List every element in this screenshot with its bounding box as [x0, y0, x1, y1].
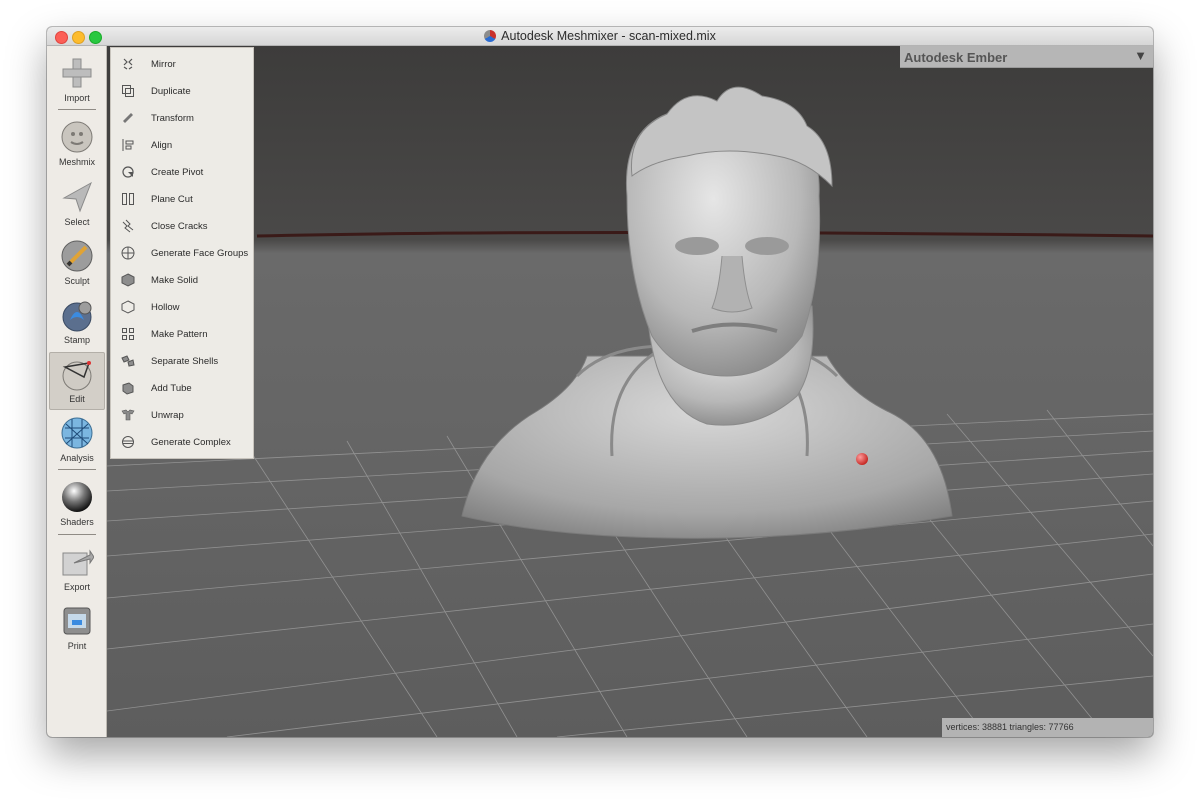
menu-item-mirror[interactable]: Mirror — [111, 52, 253, 79]
stamp-icon — [62, 301, 92, 332]
window-title: Autodesk Meshmixer - scan-mixed.mix — [501, 29, 716, 43]
tool-select[interactable]: Select — [50, 176, 104, 232]
menu-item-transform[interactable]: Transform — [111, 106, 253, 133]
menu-item-label: Close Cracks — [151, 221, 208, 232]
hollow-icon — [121, 300, 135, 314]
meshmix-icon — [61, 121, 93, 153]
pivot-marker[interactable] — [856, 453, 868, 465]
tool-label: Import — [64, 93, 90, 103]
unwrap-icon — [121, 409, 135, 421]
menu-item-create-pivot[interactable]: Create Pivot — [111, 160, 253, 187]
menu-item-label: Mirror — [151, 59, 176, 70]
printer-dropdown[interactable]: Autodesk Ember ▼ — [900, 46, 1153, 68]
close-cracks-icon — [122, 219, 134, 233]
tool-label: Analysis — [60, 453, 94, 463]
plane-cut-icon — [122, 193, 134, 205]
menu-item-label: Duplicate — [151, 86, 191, 97]
mesh-stats-bar: vertices: 38881 triangles: 77766 — [942, 718, 1153, 737]
scene-canvas[interactable] — [107, 46, 1153, 737]
tool-import[interactable]: Import — [50, 52, 104, 108]
menu-item-make-solid[interactable]: Make Solid — [111, 268, 253, 295]
make-solid-icon — [121, 273, 135, 287]
tool-shaders[interactable]: Shaders — [50, 476, 104, 532]
tool-label: Print — [67, 641, 87, 651]
menu-item-label: Align — [151, 140, 173, 151]
export-icon — [62, 549, 94, 576]
make-pattern-icon — [122, 328, 134, 340]
edit-menu: Mirror Duplicate Transform Align Create … — [110, 47, 254, 459]
toolbar-separator — [58, 469, 96, 470]
menu-item-label: Plane Cut — [151, 194, 193, 205]
app-window: Autodesk Meshmixer - scan-mixed.mix Impo… — [47, 27, 1153, 737]
print-icon — [63, 607, 91, 635]
menu-item-plane-cut[interactable]: Plane Cut — [111, 187, 253, 214]
menu-item-label: Create Pivot — [151, 167, 204, 178]
menu-item-label: Generate Complex — [151, 437, 231, 448]
sculpt-brush-icon — [61, 240, 93, 272]
dropdown-arrow-icon: ▼ — [1134, 48, 1147, 63]
menu-item-duplicate[interactable]: Duplicate — [111, 79, 253, 106]
menu-item-label: Add Tube — [151, 383, 192, 394]
menu-item-unwrap[interactable]: Unwrap — [111, 403, 253, 430]
tool-label: Stamp — [63, 335, 90, 345]
tool-label: Sculpt — [64, 276, 90, 286]
pivot-icon — [122, 166, 134, 178]
menu-item-hollow[interactable]: Hollow — [111, 295, 253, 322]
printer-dropdown-label: Autodesk Ember — [904, 50, 1008, 65]
tool-edit[interactable]: Edit — [49, 352, 105, 410]
menu-item-separate-shells[interactable]: Separate Shells — [111, 349, 253, 376]
title-bar: Autodesk Meshmixer - scan-mixed.mix — [47, 27, 1153, 46]
tool-analysis[interactable]: Analysis — [50, 412, 104, 468]
align-icon — [122, 139, 134, 151]
menu-item-make-pattern[interactable]: Make Pattern — [111, 322, 253, 349]
tool-meshmix[interactable]: Meshmix — [50, 116, 104, 172]
add-tube-icon — [122, 382, 134, 395]
3d-viewport[interactable] — [107, 46, 1153, 737]
left-toolbar: Import Meshmix Select Sculpt Stamp Edit … — [47, 46, 107, 737]
bust-eye-right — [745, 237, 789, 255]
meshmixer-logo-icon — [484, 30, 497, 42]
face-groups-icon — [121, 246, 135, 260]
transform-icon — [123, 113, 133, 123]
mirror-icon — [123, 58, 133, 70]
menu-item-label: Transform — [151, 113, 194, 124]
menu-item-label: Unwrap — [151, 410, 184, 421]
menu-item-add-tube[interactable]: Add Tube — [111, 376, 253, 403]
mesh-stats-text: vertices: 38881 triangles: 77766 — [946, 722, 1074, 732]
menu-item-generate-complex[interactable]: Generate Complex — [111, 430, 253, 457]
menu-item-generate-face-groups[interactable]: Generate Face Groups — [111, 241, 253, 268]
plus-icon — [62, 58, 92, 88]
tool-label: Shaders — [60, 517, 94, 527]
duplicate-icon — [122, 85, 134, 97]
tool-label: Meshmix — [58, 157, 95, 167]
menu-item-label: Make Solid — [151, 275, 198, 286]
generate-complex-icon — [122, 436, 134, 448]
toolbar-separator — [58, 534, 96, 535]
tool-print[interactable]: Print — [50, 600, 104, 656]
menu-item-align[interactable]: Align — [111, 133, 253, 160]
tool-label: Export — [63, 582, 90, 592]
tool-export[interactable]: Export — [50, 541, 104, 597]
edit-icon — [62, 361, 92, 391]
analysis-icon — [61, 417, 93, 449]
select-arrow-icon — [62, 181, 92, 213]
shaders-sphere-icon — [62, 482, 92, 512]
menu-item-label: Generate Face Groups — [151, 248, 249, 259]
menu-item-label: Hollow — [151, 302, 180, 313]
menu-item-label: Separate Shells — [151, 356, 219, 367]
tool-label: Select — [64, 217, 90, 227]
toolbar-separator — [58, 109, 96, 110]
separate-shells-icon — [121, 355, 135, 367]
title-area: Autodesk Meshmixer - scan-mixed.mix — [47, 27, 1153, 45]
bust-eye-left — [675, 237, 719, 255]
menu-item-close-cracks[interactable]: Close Cracks — [111, 214, 253, 241]
tool-sculpt[interactable]: Sculpt — [50, 235, 104, 291]
tool-label: Edit — [69, 394, 85, 404]
tool-stamp[interactable]: Stamp — [50, 294, 104, 350]
menu-item-label: Make Pattern — [151, 329, 208, 340]
